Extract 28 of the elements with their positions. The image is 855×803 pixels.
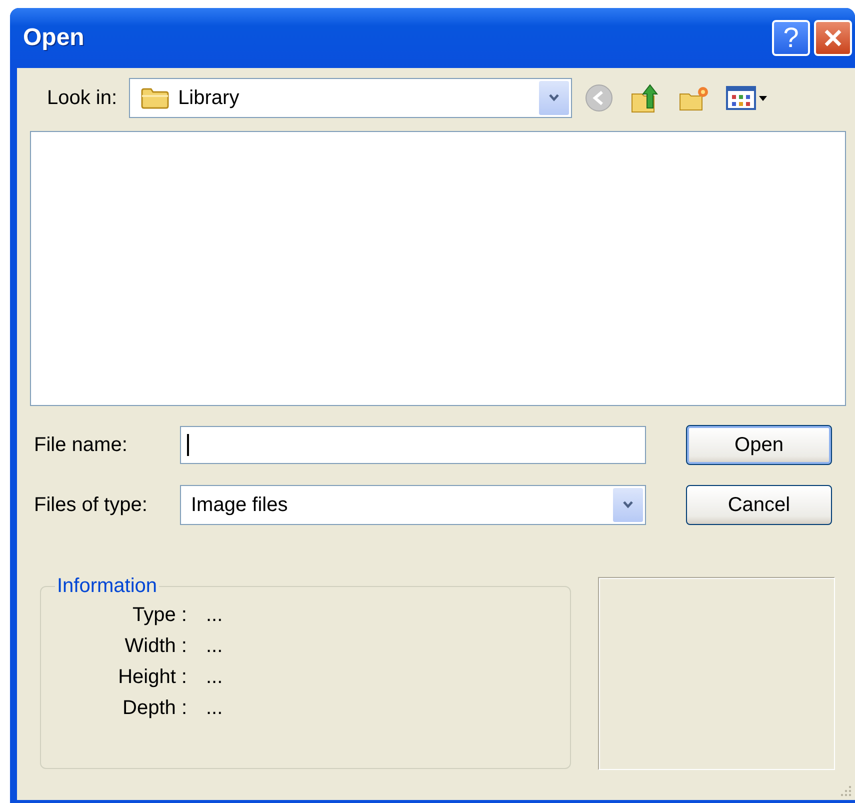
chevron-down-icon	[622, 500, 634, 510]
window-title: Open	[23, 24, 86, 52]
look-in-label: Look in:	[47, 86, 118, 110]
info-value: ...	[206, 604, 224, 627]
info-label: Type :	[132, 604, 187, 627]
info-value: ...	[206, 635, 224, 658]
new-folder-icon[interactable]	[678, 84, 710, 112]
file-name-label: File name:	[34, 434, 128, 456]
help-button[interactable]: ?	[772, 20, 810, 56]
resize-grip-icon[interactable]	[839, 784, 853, 798]
info-value: ...	[206, 697, 224, 720]
cancel-button[interactable]: Cancel	[686, 485, 832, 525]
info-label: Depth :	[122, 697, 187, 720]
file-type-dropdown[interactable]: Image files	[180, 485, 646, 525]
back-icon[interactable]	[584, 83, 614, 113]
close-icon	[823, 28, 843, 48]
info-value: ...	[206, 666, 224, 689]
info-label: Height :	[117, 666, 187, 689]
close-button[interactable]	[814, 20, 852, 56]
file-name-field[interactable]	[180, 426, 646, 464]
chevron-down-icon	[548, 93, 560, 103]
info-label: Width :	[124, 635, 187, 658]
group-title: Information	[56, 575, 158, 598]
folder-icon	[140, 86, 170, 110]
view-menu-icon[interactable]	[726, 85, 768, 111]
file-type-label: Files of type:	[34, 494, 148, 516]
look-in-dropdown[interactable]: Library	[129, 78, 572, 118]
open-button[interactable]: Open	[686, 425, 832, 465]
